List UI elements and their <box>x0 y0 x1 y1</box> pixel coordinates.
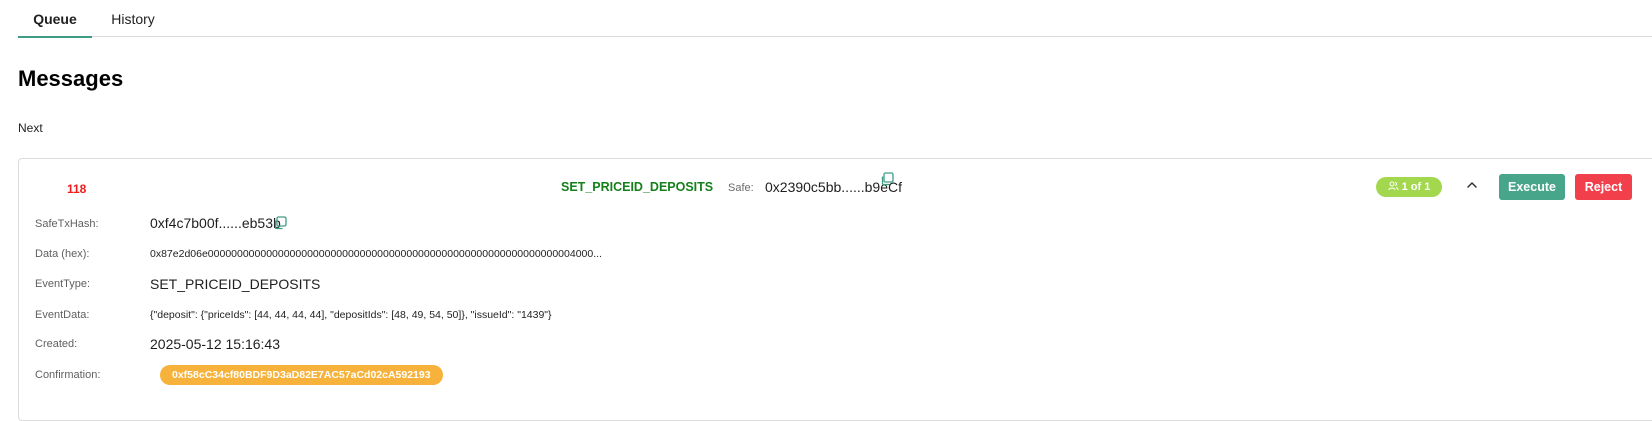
event-data-value: {"deposit": {"priceIds": [44, 44, 44, 44… <box>150 309 552 321</box>
data-hex-label: Data (hex): <box>35 248 90 260</box>
message-type: SET_PRICEID_DEPOSITS <box>561 180 714 194</box>
users-icon <box>1387 181 1399 194</box>
created-label: Created: <box>35 338 78 350</box>
event-type-value: SET_PRICEID_DEPOSITS <box>150 276 321 292</box>
tab-bar: Queue History <box>18 0 1652 38</box>
chevron-up-icon[interactable] <box>1464 177 1480 193</box>
safe-tx-hash-label: SafeTxHash: <box>35 218 99 230</box>
execute-button[interactable]: Execute <box>1499 174 1565 200</box>
event-type-label: EventType: <box>35 278 91 290</box>
data-hex-value: 0x87e2d06e000000000000000000000000000000… <box>150 248 602 260</box>
copy-icon[interactable] <box>880 172 894 186</box>
message-nonce: 118 <box>67 182 87 196</box>
event-data-label: EventData: <box>35 309 90 321</box>
safe-tx-hash-value: 0xf4c7b00f......eb53b <box>150 215 281 231</box>
message-card: 118 SET_PRICEID_DEPOSITS Safe: 0x2390c5b… <box>18 158 1652 421</box>
page-title: Messages <box>18 66 124 91</box>
reject-button[interactable]: Reject <box>1575 174 1632 200</box>
section-label-next: Next <box>18 121 43 135</box>
tab-queue[interactable]: Queue <box>18 0 92 38</box>
copy-icon[interactable] <box>273 216 287 230</box>
created-value: 2025-05-12 15:16:43 <box>150 336 280 352</box>
confirmation-label: Confirmation: <box>35 369 101 381</box>
signers-count: 1 of 1 <box>1401 181 1431 193</box>
confirmation-address-badge: 0xf58cC34cf80BDF9D3aD82E7AC57aCd02cA5921… <box>160 365 443 385</box>
safe-label: Safe: <box>728 182 754 194</box>
signers-badge: 1 of 1 <box>1376 177 1442 197</box>
tab-history[interactable]: History <box>104 0 162 37</box>
